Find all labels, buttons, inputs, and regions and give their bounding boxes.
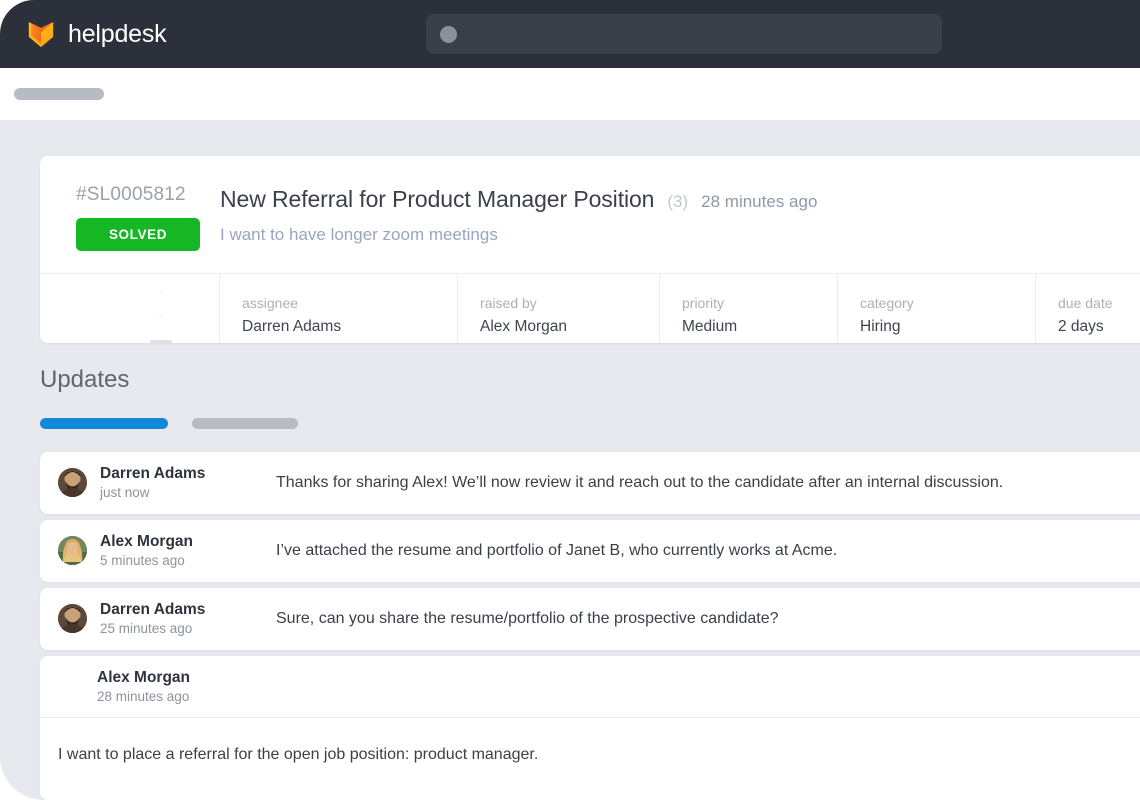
avatar — [58, 536, 87, 566]
app-window: helpdesk #SL0005812 SOLVED New Referral … — [0, 0, 1140, 800]
message-author-block: Darren Adams 25 minutes ago — [58, 600, 276, 638]
status-badge[interactable]: SOLVED — [76, 217, 200, 251]
meta-category[interactable]: category Hiring — [838, 273, 1036, 343]
page-title: New Referral for Product Manager Positio… — [220, 186, 655, 212]
meta-priority-label: priority — [682, 295, 725, 312]
ticket-header: #SL0005812 SOLVED New Referral for Produ… — [40, 156, 1140, 273]
message-author-block: Alex Morgan 5 minutes ago — [58, 532, 276, 570]
message-row[interactable]: Darren Adams just now Thanks for sharing… — [40, 452, 1140, 514]
meta-raised-by[interactable]: raised by Alex Morgan — [458, 273, 660, 343]
message-row[interactable]: Darren Adams 25 minutes ago Sure, can yo… — [40, 588, 1140, 650]
star-icon[interactable] — [148, 314, 173, 318]
page-body: #SL0005812 SOLVED New Referral for Produ… — [0, 120, 1140, 800]
secondary-bar — [0, 68, 1140, 120]
message-row[interactable]: Alex Morgan 5 minutes ago I’ve attached … — [40, 520, 1140, 582]
meta-priority[interactable]: priority Medium — [660, 273, 838, 343]
message-author-block: Darren Adams just now — [58, 464, 276, 502]
message-timestamp: 28 minutes ago — [97, 688, 190, 704]
breadcrumb-placeholder[interactable] — [14, 88, 104, 100]
message-author-name: Darren Adams — [100, 601, 206, 619]
message-author-block: Alex Morgan 28 minutes ago — [40, 656, 1140, 718]
tab-updates-active[interactable] — [40, 418, 168, 429]
avatar — [58, 604, 87, 634]
message-text: Thanks for sharing Alex! We’ll now revie… — [276, 474, 1004, 492]
message-text: I want to place a referral for the open … — [58, 746, 539, 763]
message-text: Sure, can you share the resume/portfolio… — [276, 610, 779, 628]
brand-name: helpdesk — [68, 19, 167, 48]
ticket-timestamp: 28 minutes ago — [701, 192, 818, 211]
message-author-meta: Alex Morgan 28 minutes ago — [97, 668, 190, 706]
ticket-card: #SL0005812 SOLVED New Referral for Produ… — [40, 156, 1140, 343]
updates-tabs — [40, 418, 298, 429]
message-author-name: Darren Adams — [100, 465, 206, 483]
search-icon — [440, 25, 457, 43]
message-timestamp: 25 minutes ago — [100, 621, 193, 637]
message-text: I’ve attached the resume and portfolio o… — [276, 542, 838, 560]
message-row-expanded[interactable]: Alex Morgan 28 minutes ago I want to pla… — [40, 656, 1140, 800]
ticket-actions — [40, 273, 220, 343]
meta-assignee-label: assignee — [242, 295, 299, 312]
tab-updates-secondary[interactable] — [192, 418, 298, 429]
ticket-meta-row: assignee Darren Adams raised by Alex Mor… — [40, 272, 1140, 343]
updates-message-list: Darren Adams just now Thanks for sharing… — [40, 452, 1140, 800]
avatar-darren-adams-icon — [58, 468, 87, 498]
brand-logo[interactable]: helpdesk — [26, 19, 167, 49]
ticket-id: #SL0005812 — [76, 184, 186, 205]
message-author-meta: Darren Adams 25 minutes ago — [100, 600, 205, 638]
ticket-title-column: New Referral for Product Manager Positio… — [220, 184, 1140, 251]
meta-due-date-label: due date — [1058, 295, 1113, 312]
avatar-darren-adams-icon — [58, 604, 87, 634]
placeholder-square-icon[interactable] — [149, 339, 172, 343]
ticket-id-column: #SL0005812 SOLVED — [40, 184, 220, 251]
message-author-name: Alex Morgan — [100, 533, 194, 551]
search-input[interactable] — [426, 14, 942, 54]
meta-priority-value: Medium — [682, 318, 738, 336]
meta-due-date[interactable]: due date 2 days — [1036, 274, 1140, 343]
message-timestamp: 5 minutes ago — [100, 553, 185, 569]
ticket-subtitle: I want to have longer zoom meetings — [220, 225, 498, 244]
meta-assignee[interactable]: assignee Darren Adams — [220, 273, 458, 343]
meta-raised-by-value: Alex Morgan — [480, 318, 568, 336]
avatar-alex-morgan-icon — [58, 536, 87, 566]
message-author-meta: Alex Morgan 5 minutes ago — [100, 532, 193, 570]
pin-icon[interactable] — [149, 289, 173, 292]
top-navigation-bar: helpdesk — [0, 0, 1140, 68]
meta-category-value: Hiring — [860, 318, 901, 336]
message-timestamp: just now — [100, 485, 150, 501]
message-author-meta: Darren Adams just now — [100, 464, 205, 502]
meta-assignee-value: Darren Adams — [242, 318, 342, 336]
avatar — [58, 468, 87, 498]
message-author-name: Alex Morgan — [97, 668, 191, 686]
fox-shield-logo-icon — [28, 21, 54, 48]
meta-category-label: category — [860, 295, 914, 312]
ticket-update-count: (3) — [667, 192, 689, 211]
meta-due-date-value: 2 days — [1058, 318, 1104, 336]
updates-heading: Updates — [40, 366, 130, 393]
meta-raised-by-label: raised by — [480, 295, 537, 312]
